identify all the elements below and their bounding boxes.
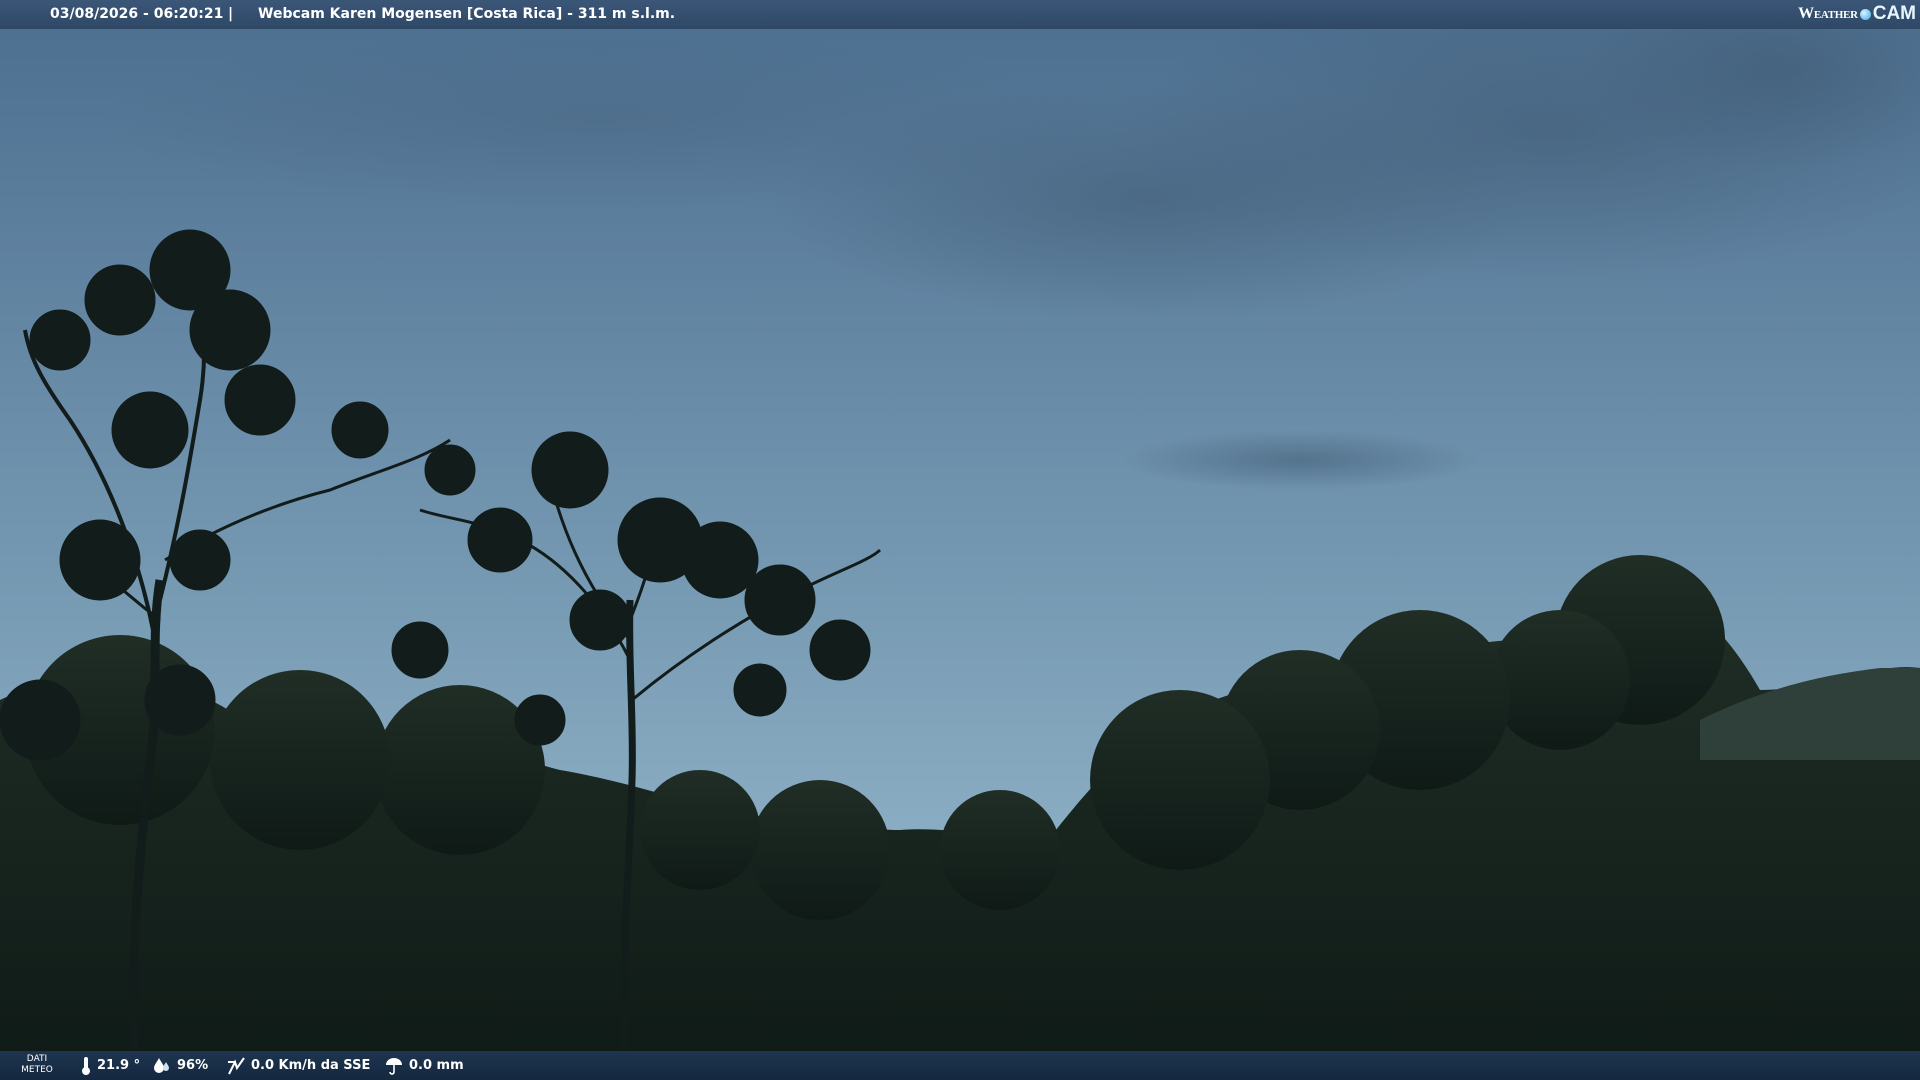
webcam-title: Webcam Karen Mogensen [Costa Rica] - 311…: [258, 6, 676, 22]
rain-value: 0.0 mm: [409, 1058, 464, 1073]
header-separator: |: [228, 6, 234, 22]
wind-icon: [228, 1056, 245, 1074]
webcam-image: [0, 0, 1920, 1080]
weather-data-bar: DATI METEO 21.9 ° 96% 0.0 Km/h da SSE 0.…: [0, 1051, 1920, 1080]
dati-meteo-label: DATI METEO: [21, 1054, 53, 1075]
thermometer-icon: [82, 1056, 90, 1075]
temperature-reading: 21.9 °: [80, 1051, 140, 1080]
temperature-value: 21.9 °: [97, 1058, 141, 1073]
rain-icon: [386, 1057, 402, 1075]
header-bar: 03/08/2026 - 06:20:21 | Webcam Karen Mog…: [0, 0, 1920, 29]
humidity-value: 96%: [177, 1058, 209, 1073]
datetime-label: 03/08/2026 - 06:20:21: [50, 6, 224, 22]
logo-globe-icon: [1859, 8, 1871, 20]
logo-weather-text: Weather: [1798, 5, 1858, 22]
wind-value: 0.0 Km/h da SSE: [251, 1058, 371, 1073]
weathercam-logo[interactable]: Weather CAM: [1798, 3, 1916, 25]
humidity-reading: 96%: [152, 1051, 208, 1080]
humidity-icon: [154, 1057, 169, 1073]
rain-reading: 0.0 mm: [384, 1051, 464, 1080]
wind-reading: 0.0 Km/h da SSE: [226, 1051, 370, 1080]
logo-cam-text: CAM: [1872, 3, 1916, 24]
